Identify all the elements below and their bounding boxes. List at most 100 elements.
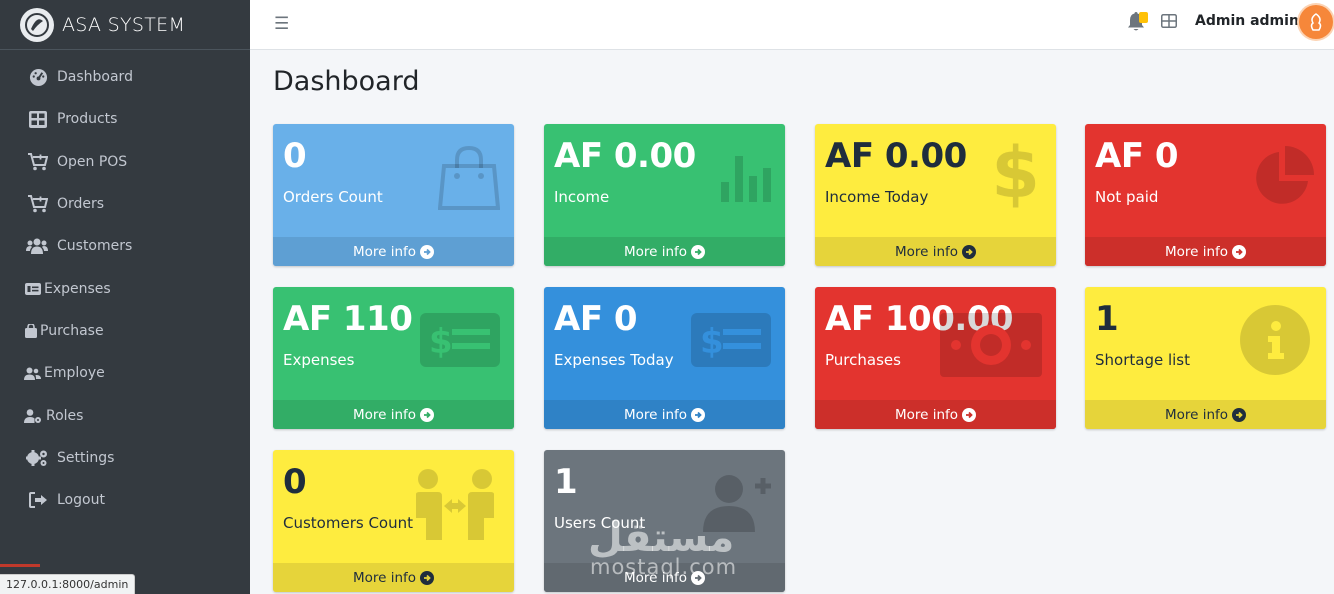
card-value: 1	[1095, 299, 1119, 339]
arrow-circle-right-icon	[962, 407, 977, 422]
money-card-icon	[24, 282, 41, 295]
bag-icon	[24, 323, 37, 338]
sidebar-item-open-pos[interactable]: Open POS	[0, 141, 250, 183]
more-info-link[interactable]: More info	[273, 400, 514, 429]
users-icon	[26, 238, 48, 255]
card-label: Customers Count	[283, 514, 413, 532]
more-info-link[interactable]: More info	[815, 400, 1056, 429]
bar-chart-icon	[721, 154, 771, 206]
sidebar-item-settings[interactable]: Settings	[0, 437, 250, 479]
sidebar-item-label: Products	[57, 111, 118, 128]
card-value: 1	[554, 462, 578, 502]
card-expenses: AF 110 Expenses $ More info	[273, 287, 514, 429]
more-info-label: More info	[894, 243, 959, 260]
sidebar-item-dashboard[interactable]: Dashboard	[0, 56, 250, 98]
sidebar-item-logout[interactable]: Logout	[0, 479, 250, 521]
browser-status-url: 127.0.0.1:8000/admin	[0, 574, 136, 594]
card-not-paid: AF 0 Not paid More info	[1085, 124, 1326, 266]
watermark-sub-text: mostaql.com	[590, 555, 738, 579]
user-group-icon	[24, 367, 41, 380]
card-value: 0	[283, 136, 307, 176]
sidebar-item-label: Settings	[57, 449, 115, 466]
sidebar-item-label: Roles	[46, 407, 84, 424]
arrow-circle-right-icon	[691, 407, 706, 422]
arrow-circle-right-icon	[691, 244, 706, 259]
card-label: Income	[554, 188, 610, 206]
sidebar-item-label: Customers	[57, 238, 133, 255]
dashboard-icon	[28, 68, 48, 87]
more-info-label: More info	[1164, 243, 1229, 260]
shopping-bag-icon	[437, 145, 501, 214]
cart-plus-icon	[28, 152, 48, 171]
card-orders-count: 0 Orders Count More info	[273, 124, 514, 266]
sidebar-item-employe[interactable]: Employe	[0, 352, 250, 394]
sidebar-item-orders[interactable]: Orders	[0, 183, 250, 225]
pie-chart-icon	[1252, 146, 1314, 212]
arrow-circle-right-icon	[1232, 244, 1247, 259]
more-info-link[interactable]: More info	[1085, 237, 1326, 266]
card-value: AF 110	[283, 299, 413, 339]
arrow-circle-right-icon	[420, 407, 435, 422]
more-info-label: More info	[352, 243, 417, 260]
card-value: AF 0.00	[825, 136, 967, 176]
svg-text:$: $	[429, 322, 453, 362]
card-purchases: AF 100.00 Purchases More info	[815, 287, 1056, 429]
card-value: AF 0.00	[554, 136, 696, 176]
dollar-icon: $	[991, 132, 1040, 214]
status-indicator	[0, 564, 40, 567]
sidebar-item-label: Purchase	[40, 322, 104, 339]
card-label: Orders Count	[283, 188, 383, 206]
fullscreen-grid-icon[interactable]	[1161, 13, 1177, 32]
more-info-label: More info	[1164, 406, 1229, 423]
brand[interactable]: ASA SYSTEM	[0, 0, 250, 50]
notification-badge	[1139, 12, 1148, 23]
user-name[interactable]: Admin admin	[1195, 13, 1299, 29]
more-info-link[interactable]: More info	[273, 563, 514, 592]
grid-icon	[28, 110, 48, 128]
money-check-icon: $	[691, 313, 771, 371]
sidebar-item-customers[interactable]: Customers	[0, 225, 250, 267]
sidebar-nav: Dashboard Products Open POS Orders Custo…	[0, 56, 250, 521]
sidebar-item-label: Dashboard	[57, 69, 133, 86]
card-value: AF 0	[1095, 136, 1179, 176]
card-expenses-today: AF 0 Expenses Today $ More info	[544, 287, 785, 429]
page-title: Dashboard	[273, 66, 420, 97]
card-value: AF 0	[554, 299, 638, 339]
card-label: Shortage list	[1095, 351, 1190, 369]
card-label: Income Today	[825, 188, 929, 206]
more-info-label: More info	[352, 569, 417, 586]
sidebar: ASA SYSTEM Dashboard Products Open POS O…	[0, 0, 250, 594]
hamburger-icon[interactable]: ☰	[274, 14, 289, 34]
sidebar-item-label: Orders	[57, 196, 105, 213]
user-gear-icon	[24, 408, 42, 423]
more-info-label: More info	[623, 406, 688, 423]
card-label: Purchases	[825, 351, 901, 369]
info-circle-icon	[1240, 305, 1310, 379]
card-income-today: AF 0.00 Income Today $ More info	[815, 124, 1056, 266]
sidebar-item-label: Open POS	[57, 153, 128, 170]
avatar[interactable]	[1299, 5, 1333, 39]
money-bill-icon	[940, 313, 1042, 381]
card-customers-count: 0 Customers Count More info	[273, 450, 514, 592]
card-label: Not paid	[1095, 188, 1159, 206]
more-info-link[interactable]: More info	[815, 237, 1056, 266]
arrow-circle-right-icon	[962, 244, 977, 259]
sidebar-item-label: Employe	[44, 365, 105, 382]
more-info-link[interactable]: More info	[544, 400, 785, 429]
sidebar-item-roles[interactable]: Roles	[0, 394, 250, 436]
card-label: Expenses	[283, 351, 355, 369]
sidebar-item-label: Logout	[57, 492, 105, 509]
sidebar-item-products[interactable]: Products	[0, 98, 250, 140]
logout-icon	[28, 492, 48, 509]
sidebar-item-label: Expenses	[44, 280, 111, 297]
sidebar-item-expenses[interactable]: Expenses	[0, 267, 250, 309]
more-info-link[interactable]: More info	[273, 237, 514, 266]
gears-icon	[26, 449, 49, 467]
more-info-label: More info	[894, 406, 959, 423]
people-arrows-icon	[414, 468, 496, 544]
more-info-link[interactable]: More info	[544, 237, 785, 266]
brand-logo-icon	[20, 7, 54, 42]
sidebar-item-purchase[interactable]: Purchase	[0, 310, 250, 352]
more-info-label: More info	[623, 243, 688, 260]
more-info-link[interactable]: More info	[1085, 400, 1326, 429]
